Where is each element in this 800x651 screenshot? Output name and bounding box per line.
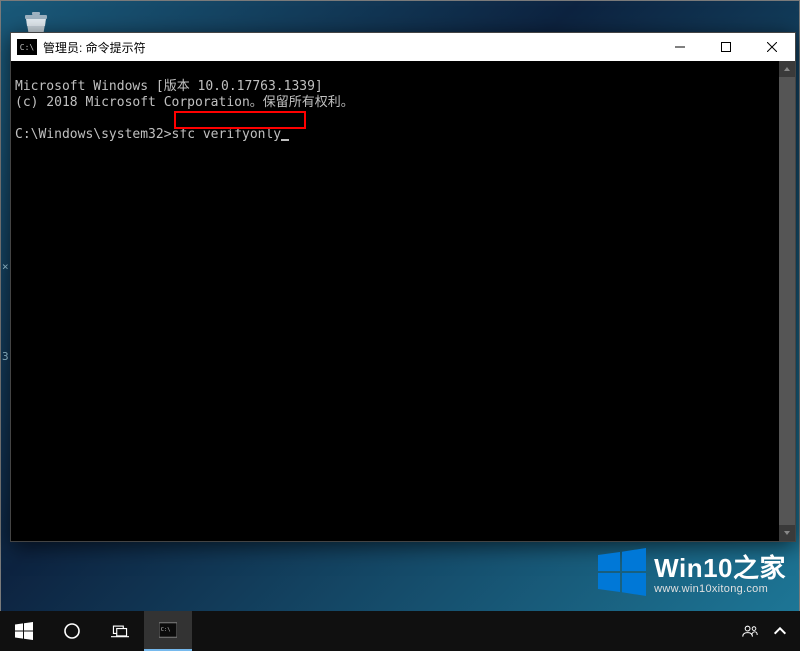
- prompt-path: C:\Windows\system32>: [15, 127, 172, 142]
- window-title: 管理员: 命令提示符: [43, 39, 146, 56]
- scroll-down-button[interactable]: [779, 525, 795, 541]
- terminal-line: (c) 2018 Microsoft Corporation。保留所有权利。: [15, 95, 354, 110]
- terminal-line: Microsoft Windows [版本 10.0.17763.1339]: [15, 79, 323, 94]
- terminal-scrollbar[interactable]: [779, 61, 795, 541]
- svg-text:C:\: C:\: [161, 627, 171, 633]
- task-view-button[interactable]: [96, 611, 144, 651]
- scroll-thumb[interactable]: [779, 77, 795, 525]
- edge-mark-1: ×: [2, 260, 9, 273]
- taskbar: C:\: [0, 611, 800, 651]
- people-icon[interactable]: [742, 623, 758, 639]
- window-titlebar[interactable]: C:\ 管理员: 命令提示符: [11, 33, 795, 61]
- system-tray: [742, 623, 800, 639]
- task-view-icon: [111, 622, 129, 640]
- watermark-subtitle: www.win10xitong.com: [654, 583, 786, 595]
- minimize-button[interactable]: [657, 33, 703, 61]
- cursor: [281, 139, 289, 141]
- scroll-up-button[interactable]: [779, 61, 795, 77]
- watermark-title: Win10之家: [654, 554, 786, 583]
- edge-mark-2: 3: [2, 350, 9, 363]
- terminal-prompt-line: C:\Windows\system32>sfc verifyonly: [15, 127, 289, 142]
- cmd-taskbar-icon: C:\: [159, 621, 177, 639]
- watermark: Win10之家 www.win10xitong.com: [598, 548, 786, 601]
- typed-command: sfc verifyonly: [172, 127, 282, 142]
- start-button[interactable]: [0, 611, 48, 651]
- terminal-area[interactable]: Microsoft Windows [版本 10.0.17763.1339] (…: [11, 61, 795, 541]
- maximize-button[interactable]: [703, 33, 749, 61]
- cmd-icon: C:\: [17, 39, 37, 55]
- cortana-circle-icon: [63, 622, 81, 640]
- window-controls: [657, 33, 795, 61]
- command-prompt-window: C:\ 管理员: 命令提示符 Microsoft Windows [版本 10.…: [10, 32, 796, 542]
- taskbar-cmd-app[interactable]: C:\: [144, 611, 192, 651]
- windows-logo-icon: [598, 548, 646, 601]
- windows-start-icon: [15, 622, 33, 640]
- close-button[interactable]: [749, 33, 795, 61]
- cortana-button[interactable]: [48, 611, 96, 651]
- tray-chevron-up-icon[interactable]: [772, 623, 788, 639]
